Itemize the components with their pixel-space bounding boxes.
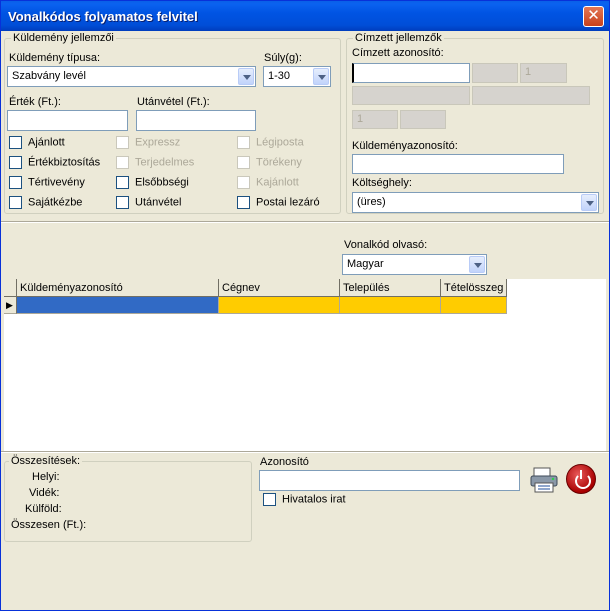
chevron-down-icon[interactable] xyxy=(581,194,597,211)
cimzett-azonosito-label: Címzett azonosító: xyxy=(352,47,444,59)
checkbox-box[interactable] xyxy=(237,196,250,209)
checkbox-label: Légiposta xyxy=(256,136,304,149)
koltseghely-value: (üres) xyxy=(357,196,386,208)
koltseghely-label: Költséghely: xyxy=(352,177,412,189)
close-button[interactable]: ✕ xyxy=(583,6,604,27)
ertek-input[interactable] xyxy=(7,110,128,131)
checkbox-postai-lezaro[interactable]: Postai lezáró xyxy=(237,196,320,210)
vonalkod-select[interactable]: Magyar xyxy=(342,254,487,275)
checkbox-label: Postai lezáró xyxy=(256,196,320,209)
azonosito-input[interactable] xyxy=(259,470,520,491)
checkbox-label: Terjedelmes xyxy=(135,156,195,169)
kuldemenyazonosito-input[interactable] xyxy=(352,154,564,174)
checkbox-box[interactable] xyxy=(9,196,22,209)
checkbox-label: Elsőbbségi xyxy=(135,176,189,189)
tipus-value: Szabvány levél xyxy=(12,70,86,82)
checkbox-label: Utánvétel xyxy=(135,196,182,209)
cimzett-address-field xyxy=(472,86,590,105)
utanvetel-input[interactable] xyxy=(136,110,256,131)
checkbox-ertekbiztositas[interactable]: Értékbiztosítás xyxy=(9,156,100,170)
checkbox-legiposta[interactable]: Légiposta xyxy=(237,136,304,150)
row-indicator-icon: ▶ xyxy=(6,300,13,310)
checkbox-label: Hivatalos irat xyxy=(282,493,346,506)
cimzett-zip-field: 1 xyxy=(352,110,398,129)
checkbox-elsobbsegi[interactable]: Elsőbbségi xyxy=(116,176,189,190)
chevron-down-icon[interactable] xyxy=(469,256,485,273)
suly-value: 1-30 xyxy=(268,70,291,82)
kulfold-label: Külföld: xyxy=(25,503,62,515)
suly-label: Súly(g): xyxy=(264,52,302,64)
separator xyxy=(1,221,609,223)
cimzett-code-field xyxy=(472,63,518,83)
azonosito-label: Azonosító xyxy=(260,456,309,468)
checkbox-terjedelmes[interactable]: Terjedelmes xyxy=(116,156,194,170)
table-cell-telepules[interactable] xyxy=(340,297,441,314)
grid-corner xyxy=(4,279,17,297)
checkbox-torekeny[interactable]: Törékeny xyxy=(237,156,302,170)
table-cell-kuldemenyazonosito[interactable] xyxy=(17,297,219,314)
vonalkod-value: Magyar xyxy=(347,258,384,270)
summary-group-title: Összesítések: xyxy=(9,455,83,467)
checkbox-box[interactable] xyxy=(116,176,129,189)
utanvetel-label: Utánvétel (Ft.): xyxy=(137,96,210,108)
window-title: Vonalkódos folyamatos felvitel xyxy=(8,9,198,24)
checkbox-label: Törékeny xyxy=(256,156,302,169)
chevron-down-icon[interactable] xyxy=(238,68,254,85)
koltseghely-select[interactable]: (üres) xyxy=(352,192,599,213)
grid-header-kuldemenyazonosito[interactable]: Küldeményazonosító xyxy=(17,279,219,297)
osszesen-label: Összesen (Ft.): xyxy=(11,519,87,531)
table-cell-tetelosszeg[interactable] xyxy=(441,297,507,314)
checkbox-label: Ajánlott xyxy=(28,136,65,149)
checkbox-label: Expressz xyxy=(135,136,181,149)
kuldemeny-group-title: Küldemény jellemzői xyxy=(11,32,116,44)
checkbox-label: Kajánlott xyxy=(256,176,299,189)
cimzett-azonosito-input[interactable] xyxy=(352,63,470,83)
data-grid[interactable]: Küldeményazonosító Cégnev Település Téte… xyxy=(4,279,606,451)
checkbox-box[interactable] xyxy=(237,136,250,149)
checkbox-box[interactable] xyxy=(116,136,129,149)
checkbox-box[interactable] xyxy=(116,156,129,169)
close-icon: ✕ xyxy=(587,7,600,24)
checkbox-label: Tértivevény xyxy=(28,176,85,189)
cimzett-name-field xyxy=(352,86,470,105)
suly-select[interactable]: 1-30 xyxy=(263,66,331,87)
checkbox-kajanlott[interactable]: Kajánlott xyxy=(237,176,299,190)
checkbox-box[interactable] xyxy=(237,176,250,189)
grid-header-telepules[interactable]: Település xyxy=(340,279,441,297)
kuldemenyazonosito-label: Küldeményazonosító: xyxy=(352,140,458,152)
vonalkod-label: Vonalkód olvasó: xyxy=(344,239,428,251)
checkbox-expressz[interactable]: Expressz xyxy=(116,136,180,150)
tipus-label: Küldemény típusa: xyxy=(9,52,101,64)
title-bar[interactable]: Vonalkódos folyamatos felvitel ✕ xyxy=(1,1,609,31)
row-indicator[interactable]: ▶ xyxy=(4,297,17,314)
printer-icon[interactable] xyxy=(529,466,559,494)
dialog-window: Vonalkódos folyamatos felvitel ✕ Küldemé… xyxy=(0,0,610,611)
checkbox-box[interactable] xyxy=(237,156,250,169)
checkbox-box[interactable] xyxy=(9,156,22,169)
grid-header-cegnev[interactable]: Cégnev xyxy=(219,279,340,297)
checkbox-label: Értékbiztosítás xyxy=(28,156,101,169)
checkbox-box[interactable] xyxy=(263,493,276,506)
videk-label: Vidék: xyxy=(29,487,60,499)
checkbox-tertiveveny[interactable]: Tértivevény xyxy=(9,176,85,190)
cimzett-num-field: 1 xyxy=(520,63,567,83)
power-icon[interactable] xyxy=(566,464,596,494)
checkbox-sajatkezbe[interactable]: Sajátkézbe xyxy=(9,196,82,210)
checkbox-utanvetel[interactable]: Utánvétel xyxy=(116,196,181,210)
cimzett-group-title: Címzett jellemzők xyxy=(353,32,444,44)
ertek-label: Érték (Ft.): xyxy=(9,96,61,108)
checkbox-box[interactable] xyxy=(9,176,22,189)
checkbox-box[interactable] xyxy=(116,196,129,209)
chevron-down-icon[interactable] xyxy=(313,68,329,85)
helyi-label: Helyi: xyxy=(32,471,60,483)
grid-header-tetelosszeg[interactable]: Tételösszeg xyxy=(441,279,507,297)
checkbox-label: Sajátkézbe xyxy=(28,196,83,209)
checkbox-box[interactable] xyxy=(9,136,22,149)
table-cell-cegnev[interactable] xyxy=(219,297,340,314)
separator xyxy=(1,451,609,453)
checkbox-hivatalos-irat[interactable]: Hivatalos irat xyxy=(263,493,346,507)
checkbox-ajanlott[interactable]: Ajánlott xyxy=(9,136,65,150)
cimzett-city-field xyxy=(400,110,446,129)
tipus-select[interactable]: Szabvány levél xyxy=(7,66,256,87)
